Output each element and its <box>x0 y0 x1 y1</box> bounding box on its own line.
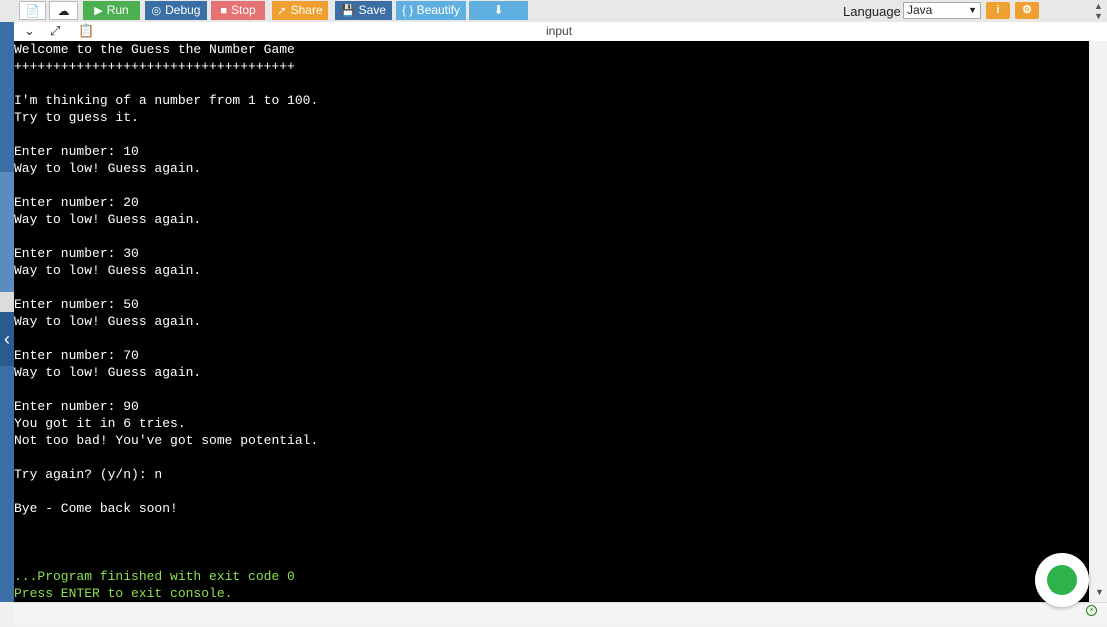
info-button[interactable]: i <box>986 2 1010 19</box>
console-line: I'm thinking of a number from 1 to 100. <box>14 93 319 108</box>
save-icon: 💾 <box>340 5 355 17</box>
console-line: Enter number: 10 <box>14 144 139 159</box>
file-icon: 📄 <box>25 4 40 18</box>
expand-icon[interactable]: ⤢ <box>50 23 60 39</box>
chevron-left-icon: ‹ <box>4 329 10 349</box>
console-line: Way to low! Guess again. <box>14 314 202 329</box>
download-icon: ⬇ <box>493 3 504 17</box>
console-line: Bye - Come back soon! <box>14 501 178 516</box>
console-line: Way to low! Guess again. <box>14 212 202 227</box>
new-file-button[interactable]: 📄 <box>19 1 46 20</box>
collapse-sidebar-button[interactable]: ‹ <box>0 312 14 366</box>
scroll-down-icon[interactable]: ▼ <box>1095 587 1104 597</box>
program-finished-line: ...Program finished with exit code 0 <box>14 569 295 584</box>
scroll-down-icon[interactable]: ▼ <box>1094 11 1103 21</box>
console-line: Enter number: 90 <box>14 399 139 414</box>
sidebar-segment <box>0 172 14 292</box>
chat-widget-button[interactable] <box>1035 553 1089 607</box>
console-line: You got it in 6 tries. <box>14 416 186 431</box>
left-sidebar: ‹ <box>0 22 14 602</box>
sidebar-segment <box>0 292 14 312</box>
share-button[interactable]: ➚ Share <box>272 1 328 20</box>
sidebar-segment <box>0 22 14 172</box>
stop-icon: ■ <box>220 5 227 17</box>
dropdown-arrow-icon: ▼ <box>968 5 977 15</box>
console-line: Enter number: 20 <box>14 195 139 210</box>
clipboard-icon[interactable]: 📋 <box>78 23 94 39</box>
info-icon: i <box>996 4 1000 16</box>
download-button[interactable]: ⬇ <box>469 1 528 20</box>
chevron-down-icon[interactable]: ⌄ <box>24 23 35 39</box>
console-scrollbar[interactable]: ▼ <box>1089 41 1107 602</box>
console-line: Enter number: 70 <box>14 348 139 363</box>
console-line: Way to low! Guess again. <box>14 161 202 176</box>
console-line: Way to low! Guess again. <box>14 365 202 380</box>
console-line: Welcome to the Guess the Number Game <box>14 42 295 57</box>
cloud-upload-icon: ☁ <box>57 4 70 18</box>
stop-button[interactable]: ■ Stop <box>211 1 265 20</box>
run-button[interactable]: ▶ Run <box>83 1 140 20</box>
save-button[interactable]: 💾 Save <box>335 1 392 20</box>
console-toolbar: ⌄ ⤢ 📋 input <box>14 22 1107 42</box>
press-enter-line: Press ENTER to exit console. <box>14 586 233 601</box>
settings-button[interactable]: ⚙ <box>1015 2 1039 19</box>
play-icon: ▶ <box>94 5 103 17</box>
console-line: Enter number: 30 <box>14 246 139 261</box>
scroll-up-icon[interactable]: ▲ <box>1094 1 1103 11</box>
debug-button[interactable]: ◎ Debug <box>145 1 207 20</box>
console-line: ++++++++++++++++++++++++++++++++++++ <box>14 59 295 74</box>
language-label: Language <box>843 4 901 19</box>
console-line: Enter number: 50 <box>14 297 139 312</box>
console-line: Try to guess it. <box>14 110 139 125</box>
console-line: Not too bad! You've got some potential. <box>14 433 319 448</box>
status-bar <box>14 602 1107 625</box>
language-select[interactable]: Java ▼ <box>903 2 981 19</box>
console-line: Try again? (y/n): n <box>14 467 163 482</box>
console-output[interactable]: Welcome to the Guess the Number Game ++++… <box>14 41 1089 602</box>
close-chat-icon[interactable]: × <box>1086 605 1097 616</box>
debug-icon: ◎ <box>151 5 162 17</box>
gear-icon: ⚙ <box>1022 4 1032 16</box>
console-line: Way to low! Guess again. <box>14 263 202 278</box>
upload-button[interactable]: ☁ <box>49 1 78 20</box>
chat-icon <box>1047 565 1077 595</box>
top-toolbar: 📄 ☁ ▶ Run ◎ Debug ■ Stop ➚ Share 💾 Save { } B… <box>0 0 1107 22</box>
beautify-button[interactable]: { } Beautify <box>396 1 466 20</box>
input-label: input <box>546 24 573 38</box>
share-icon: ➚ <box>277 5 287 17</box>
